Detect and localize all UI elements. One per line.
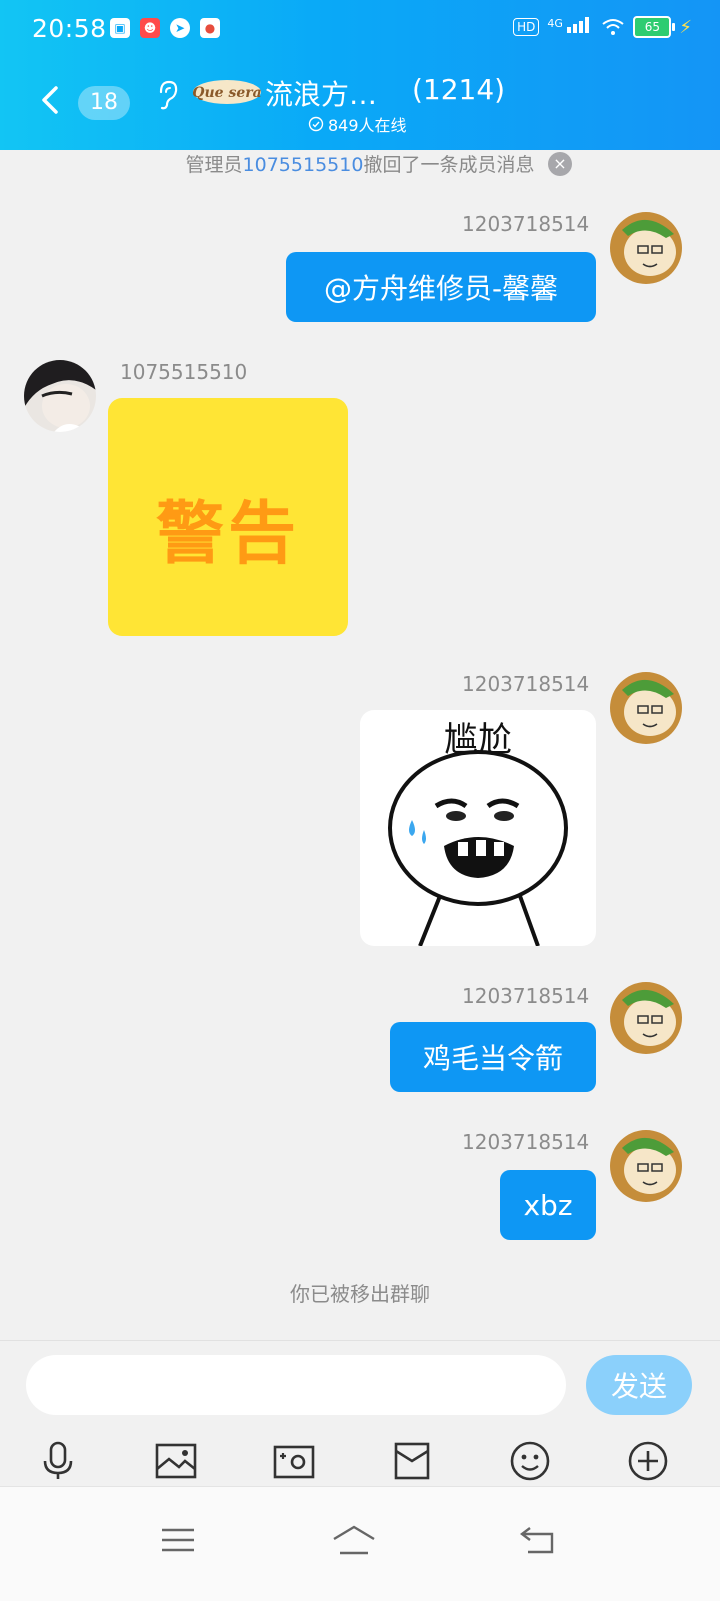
app-notification-icon: ☻ (140, 18, 160, 38)
compass-icon: ➤ (170, 18, 190, 38)
awkward-sticker[interactable]: 尴尬 (360, 710, 596, 946)
hd-icon: HD (513, 18, 540, 36)
sender-name: 1075515510 (120, 360, 248, 384)
warning-sticker[interactable]: 警告 (108, 398, 348, 636)
charging-icon: ⚡ (679, 16, 692, 38)
check-circle-icon (308, 116, 324, 132)
send-button[interactable]: 发送 (586, 1355, 692, 1415)
avatar[interactable] (610, 672, 682, 744)
meme-face-icon (388, 750, 568, 946)
notification-icons: ▣ ☻ ➤ ● (110, 18, 220, 38)
sender-name: 1203718514 (462, 984, 590, 1008)
avatar[interactable] (610, 1130, 682, 1202)
sender-name: 1203718514 (462, 1130, 590, 1154)
system-status: HD 4G 65 ⚡ (513, 16, 692, 38)
system-message: 你已被移出群聊 (290, 1282, 430, 1306)
sticker-text: 警告 (155, 495, 300, 574)
message-bubble[interactable]: xbz (500, 1170, 596, 1240)
message-input[interactable] (26, 1355, 566, 1415)
admin-uid-link[interactable]: 1075515510 (243, 154, 364, 176)
back-nav-icon[interactable] (510, 1517, 566, 1563)
map-pin-icon: ● (200, 18, 220, 38)
status-time: 20:58 (32, 14, 107, 43)
member-count[interactable]: (1214) (412, 73, 505, 106)
red-packet-icon[interactable] (388, 1437, 436, 1485)
battery-icon: 65 (633, 16, 676, 38)
avatar[interactable] (24, 360, 96, 432)
close-notice-icon[interactable]: × (548, 152, 572, 176)
message-bubble[interactable]: 鸡毛当令箭 (390, 1022, 596, 1092)
avatar[interactable] (610, 982, 682, 1054)
status-bar: 20:58 ▣ ☻ ➤ ● HD 4G 65 ⚡ (0, 10, 720, 50)
chat-header: 20:58 ▣ ☻ ➤ ● HD 4G 65 ⚡ 18 Que sera 流浪方… (0, 0, 720, 150)
ear-icon[interactable] (155, 80, 179, 110)
chat-toolbar (0, 1437, 720, 1485)
image-icon[interactable] (152, 1437, 200, 1485)
camera-icon[interactable] (270, 1437, 318, 1485)
plus-icon[interactable] (624, 1437, 672, 1485)
signal-icon: 4G (547, 17, 593, 37)
online-status: 849人在线 (308, 112, 407, 136)
system-navigation-bar (0, 1486, 720, 1601)
message-bubble[interactable]: @方舟维修员-馨馨 (286, 252, 596, 322)
group-logo: Que sera (192, 80, 262, 104)
avatar[interactable] (610, 212, 682, 284)
svg-text:Que sera: Que sera (192, 85, 261, 101)
home-icon[interactable] (326, 1517, 382, 1563)
emoji-icon[interactable] (506, 1437, 554, 1485)
sender-name: 1203718514 (462, 672, 590, 696)
recall-notice: 管理员1075515510撤回了一条成员消息 (185, 154, 535, 176)
unread-count-badge[interactable]: 18 (78, 86, 130, 120)
menu-icon[interactable] (150, 1517, 206, 1563)
input-area: 发送 (0, 1340, 720, 1487)
online-count-label: 849人在线 (328, 116, 407, 135)
back-icon[interactable] (36, 84, 64, 116)
sender-name: 1203718514 (462, 212, 590, 236)
group-name[interactable]: 流浪方… (265, 73, 377, 113)
microphone-icon[interactable] (34, 1437, 82, 1485)
app-notification-icon: ▣ (110, 18, 130, 38)
wifi-icon (602, 19, 624, 35)
